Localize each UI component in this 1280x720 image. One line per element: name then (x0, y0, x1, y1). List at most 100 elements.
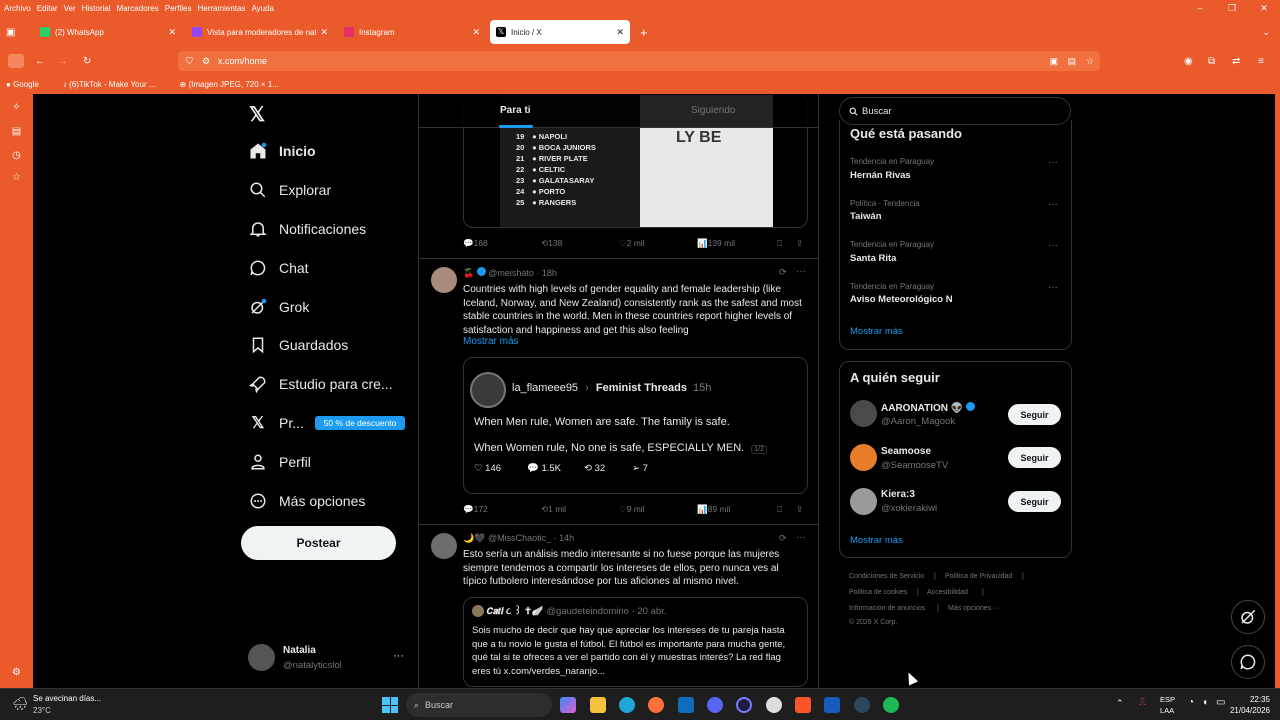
more-icon[interactable]: ··· (1048, 199, 1058, 210)
minimize-icon[interactable]: – (1184, 3, 1216, 13)
grok-fab[interactable] (1231, 600, 1265, 634)
menu-editar[interactable]: Editar (37, 4, 58, 13)
more-icon[interactable]: ··· (1048, 282, 1058, 293)
steam-icon[interactable] (854, 697, 870, 713)
bookmark-star-icon[interactable]: ☆ (1086, 56, 1094, 67)
tweet-handle[interactable]: @MissChaotic_ (488, 533, 551, 543)
sidebar-item-chat[interactable]: Chat (248, 253, 309, 283)
spotify-icon[interactable] (883, 697, 899, 713)
sidebar-icon[interactable] (8, 54, 24, 68)
sidebar-item-notificaciones[interactable]: Notificaciones (248, 214, 366, 244)
language-indicator[interactable]: ESP LAA (1160, 694, 1175, 716)
like-button[interactable]: ♡ 2 mil (619, 238, 645, 249)
views-button[interactable]: 📊 139 mil (697, 238, 735, 249)
show-more-link[interactable]: Mostrar más (463, 336, 519, 347)
close-tab-icon[interactable]: ✕ (168, 27, 176, 38)
copilot-icon[interactable] (560, 697, 576, 713)
picture-icon[interactable]: ▣ (1049, 56, 1058, 67)
quoted-tweet[interactable]: la_flameee95 › Feminist Threads 15h When… (463, 357, 808, 494)
tray-chevron-icon[interactable]: ⌃ (1116, 698, 1124, 709)
discord-icon[interactable] (707, 697, 723, 713)
word-icon[interactable] (824, 697, 840, 713)
grok-icon[interactable]: ⟳ (779, 533, 787, 544)
brave-icon[interactable] (795, 697, 811, 713)
avatar[interactable] (850, 400, 877, 427)
file-explorer-icon[interactable] (590, 697, 606, 713)
reply-button[interactable]: 💬 1.5K (527, 463, 561, 474)
sidebar-item-inicio[interactable]: Inicio (248, 136, 316, 166)
url-bar[interactable]: ⛉ ⚙ x.com/home ☆ ▤ ▣ (178, 51, 1100, 71)
share-button[interactable]: ➢ 7 (632, 463, 648, 474)
more-icon[interactable]: ··· (393, 650, 404, 662)
close-tab-icon[interactable]: ✕ (616, 27, 624, 38)
back-icon[interactable]: ← (35, 56, 45, 67)
bookmark-tiktok[interactable]: ♪ (6)TikTok - Make Your ... (63, 80, 168, 89)
share-icon[interactable]: ⇪ (796, 504, 803, 515)
history-icon[interactable]: ◷ (10, 150, 23, 163)
tab-siguiendo[interactable]: Siguiendo (691, 105, 735, 116)
sidebar-item-guardados[interactable]: Guardados (248, 330, 348, 360)
ai-icon[interactable]: ✧ (10, 102, 23, 115)
menu-historial[interactable]: Historial (82, 4, 111, 13)
sidebar-item-grok[interactable]: Grok (248, 292, 309, 322)
follow-button[interactable]: Seguir (1008, 447, 1061, 468)
footer-link-cookies[interactable]: Política de cookies (849, 589, 907, 596)
account-switcher[interactable]: Natalia @natalyticslol ··· (248, 642, 408, 674)
avatar[interactable] (431, 533, 457, 559)
tweet[interactable]: 🌙🖤 @MissChaotic_ · 14h ⟳ ··· Esto sería … (419, 525, 818, 688)
menu-archivo[interactable]: Archivo (4, 4, 31, 13)
follow-name[interactable]: Kiera:3 (881, 489, 915, 500)
footer-link-ads[interactable]: Información de anuncios (849, 605, 925, 612)
settings-icon[interactable]: ⚙ (10, 667, 23, 680)
taskbar-search[interactable]: ⌕ Buscar (406, 693, 552, 717)
tab-whatsapp[interactable]: (2) WhatsApp ✕ (34, 20, 182, 44)
edge-icon[interactable] (619, 697, 635, 713)
outlook-icon[interactable] (678, 697, 694, 713)
weather-icon[interactable]: 🌧 (12, 696, 29, 712)
menu-perfiles[interactable]: Perfiles (165, 4, 192, 13)
bookmark-image[interactable]: ⊕ (Imagen JPEG, 720 × 1... (180, 80, 291, 89)
grok-icon[interactable]: ⟳ (779, 267, 787, 278)
start-icon[interactable] (382, 697, 398, 713)
quoted-tweet[interactable]: 𝘾𝙖𝙩𝙞 ૮ ꒱ ✝︎🪽 @gaudeteindomino · 20 abr. … (463, 597, 808, 687)
tab-twitch[interactable]: Vista para moderadores de nat ✕ (186, 20, 334, 44)
reader-icon[interactable]: ▤ (1067, 56, 1076, 67)
like-button[interactable]: ♡ 9 mil (619, 504, 645, 515)
clock[interactable]: 22:35 21/04/2026 (1228, 694, 1270, 716)
follow-name[interactable]: Seamoose (881, 446, 931, 457)
retweet-button[interactable]: ⟲ 138 (541, 238, 562, 249)
more-icon[interactable]: ··· (796, 266, 806, 277)
x-logo-icon[interactable]: 𝕏 (249, 102, 265, 127)
account-icon[interactable]: ◉ (1184, 56, 1193, 67)
site-info-icon[interactable]: ⚙ (202, 56, 210, 67)
tab-list-icon[interactable]: ⌄ (1262, 27, 1270, 38)
menu-marcadores[interactable]: Marcadores (117, 4, 159, 13)
menu-herramientas[interactable]: Herramientas (197, 4, 245, 13)
sidebar-item-mas-opciones[interactable]: Más opciones (248, 486, 365, 516)
weather-text[interactable]: Se avecinan días... (33, 694, 101, 703)
footer-link-more[interactable]: Más opciones ··· (948, 605, 1000, 612)
retweet-button[interactable]: ⟲ 1 mil (541, 504, 566, 515)
more-icon[interactable]: ··· (1048, 240, 1058, 251)
wifi-icon[interactable]: ◔ (1188, 697, 1194, 708)
trends-show-more[interactable]: Mostrar más (850, 326, 903, 337)
tab-instagram[interactable]: Instagram ✕ (338, 20, 486, 44)
avatar[interactable] (850, 444, 877, 471)
tweet[interactable]: 🍒 @meishato · 18h ⟳ ··· Countries with h… (419, 259, 818, 524)
close-icon[interactable]: ✕ (1248, 3, 1280, 14)
game-icon[interactable] (766, 697, 782, 713)
follow-button[interactable]: Seguir (1008, 404, 1061, 425)
follow-button[interactable]: Seguir (1008, 491, 1061, 512)
avatar[interactable] (431, 267, 457, 293)
sidebar-item-perfil[interactable]: Perfil (248, 447, 311, 477)
footer-link-accessibility[interactable]: Accesibilidad (927, 589, 968, 596)
bookmark-icon[interactable]: ⎕ (777, 238, 782, 249)
menu-ver[interactable]: Ver (64, 4, 76, 13)
restore-icon[interactable]: ❐ (1216, 3, 1248, 14)
close-tab-icon[interactable]: ✕ (320, 27, 328, 38)
more-icon[interactable]: ··· (796, 532, 806, 543)
avatar[interactable] (850, 488, 877, 515)
forward-icon[interactable]: → (58, 56, 68, 67)
sidebar-item-premium[interactable]: 𝕏 Pr... (248, 408, 304, 438)
tweet-time[interactable]: · 18h (536, 268, 557, 278)
